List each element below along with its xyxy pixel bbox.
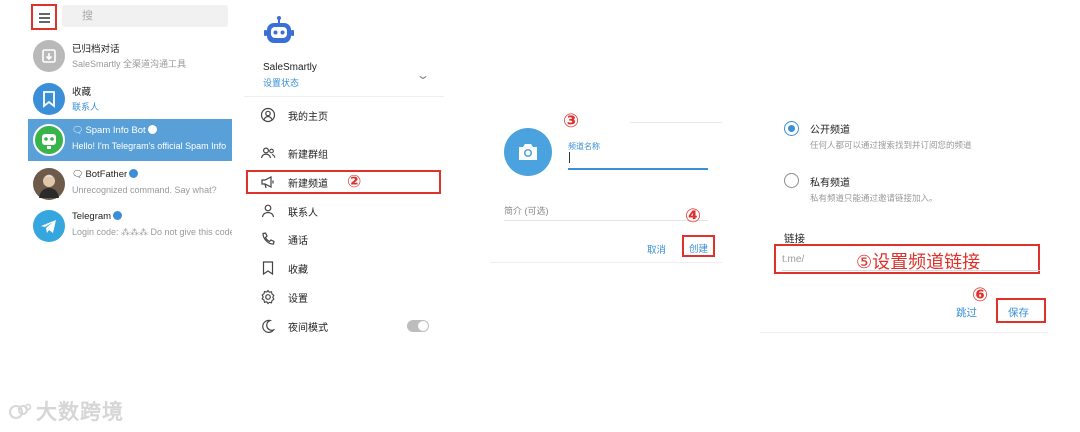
menu-item-night-mode[interactable]: 夜间模式 [244, 313, 444, 339]
menu-label: 通话 [288, 236, 308, 247]
chat-title: BotFather [85, 169, 128, 180]
chat-title: Spam Info Bot [85, 125, 146, 136]
divider [760, 332, 1048, 333]
private-channel-desc: 私有频道只能通过邀请链接加入。 [810, 193, 938, 203]
phone-icon [262, 232, 275, 245]
chat-preview: SaleSmartly 全渠道沟通工具 [72, 59, 187, 69]
spam-bot-avatar [33, 124, 65, 156]
menu-label: 收藏 [288, 265, 308, 276]
chat-preview: Hello! I'm Telegram's official Spam Info [72, 141, 227, 151]
chat-title-row: Telegram [72, 211, 123, 222]
robot-avatar [262, 15, 296, 49]
moon-icon [262, 319, 276, 333]
menu-item-new-group[interactable]: 新建群组 [244, 140, 444, 166]
group-icon [260, 147, 276, 159]
public-channel-title: 公开频道 [810, 125, 850, 136]
menu-item-settings[interactable]: 设置 [244, 284, 444, 310]
public-channel-radio[interactable] [784, 121, 799, 136]
menu-label: 我的主页 [288, 112, 328, 123]
watermark: 大数跨境 [8, 396, 124, 426]
step-5-marker: ⑤ [856, 252, 873, 272]
description-underline [504, 220, 708, 221]
person-icon [261, 204, 275, 218]
annotation-text: 设置频道链接 [872, 252, 981, 272]
archive-icon [33, 40, 65, 72]
night-mode-toggle[interactable] [407, 320, 429, 332]
chat-title: Telegram [72, 211, 112, 222]
verified-icon [147, 125, 157, 134]
menu-line [39, 21, 50, 23]
highlight-new-channel [246, 170, 441, 194]
private-channel-title: 私有频道 [810, 178, 850, 189]
account-name: SaleSmartly [263, 62, 317, 73]
menu-label: 设置 [288, 294, 308, 305]
step-6-marker: ⑥ [972, 285, 989, 306]
chat-title: 已归档对话 [72, 44, 120, 55]
menu-item-saved[interactable]: 收藏 [244, 255, 444, 281]
bookmark-icon [262, 261, 274, 276]
bot-icon: 🗨 [72, 169, 84, 179]
menu-label: 新建群组 [288, 150, 328, 161]
step-5-annotation: ⑤设置频道链接 [856, 248, 980, 274]
chat-item-telegram[interactable]: Telegram Login code: ⁂⁂⁂ Do not give thi… [28, 205, 232, 247]
set-status-link[interactable]: 设置状态 [263, 76, 299, 89]
botfather-avatar [33, 168, 65, 200]
chat-item-saved[interactable]: 收藏 联系人 [28, 78, 232, 120]
menu-item-calls[interactable]: 通话 [244, 226, 444, 252]
chat-list-panel: ① 搜 已归档对话 SaleSmartly 全渠道沟通工具 收藏 联系人 🗨Sp… [0, 0, 232, 250]
watermark-logo [9, 403, 32, 419]
hamburger-menu-button[interactable] [31, 4, 57, 30]
divider [244, 96, 444, 97]
verified-icon [129, 169, 139, 178]
side-menu-panel: SaleSmartly 设置状态 ⌄ 我的主页 新建群组 新建频道 ② 联系人 … [244, 0, 444, 345]
menu-item-contacts[interactable]: 联系人 [244, 198, 444, 224]
divider [490, 262, 722, 263]
bookmark-icon [33, 83, 65, 115]
skip-button[interactable]: 跳过 [956, 305, 977, 320]
chevron-down-icon[interactable]: ⌄ [416, 68, 430, 82]
chat-preview: Unrecognized command. Say what? [72, 185, 217, 195]
save-button[interactable]: 保存 [1008, 305, 1029, 320]
chat-item-archived[interactable]: 已归档对话 SaleSmartly 全渠道沟通工具 [28, 35, 232, 77]
cancel-button[interactable]: 取消 [647, 242, 666, 256]
menu-item-my-profile[interactable]: 我的主页 [244, 102, 444, 128]
watermark-text: 大数跨境 [36, 401, 124, 424]
create-button[interactable]: 创建 [689, 241, 708, 255]
chat-title-row: 🗨 BotFather [72, 169, 139, 180]
menu-line [39, 13, 50, 15]
private-channel-radio[interactable] [784, 173, 799, 188]
public-channel-desc: 任何人都可以通过搜索找到并订阅您的频道 [810, 140, 972, 150]
channel-type-panel: 公开频道 任何人都可以通过搜索找到并订阅您的频道 私有频道 私有频道只能通过邀请… [760, 0, 1052, 340]
channel-name-input[interactable] [568, 168, 708, 170]
gear-icon [261, 289, 275, 305]
camera-icon [519, 144, 537, 160]
chat-item-botfather[interactable]: 🗨 BotFather Unrecognized command. Say wha… [28, 163, 232, 205]
chat-item-spam-info-bot[interactable]: 🗨 Spam Info Bot Hello! I'm Telegram's off… [28, 119, 232, 161]
profile-icon [260, 107, 276, 123]
step-3-marker: ③ [563, 111, 580, 132]
menu-label: 联系人 [288, 208, 318, 219]
channel-name-label: 频道名称 [568, 142, 600, 151]
step-4-marker: ④ [685, 206, 702, 227]
chat-preview: Login code: ⁂⁂⁂ Do not give this code [72, 227, 232, 237]
verified-icon [113, 211, 123, 220]
link-input[interactable]: t.me/ [782, 254, 804, 265]
description-input[interactable]: 简介 (可选) [504, 204, 549, 217]
chat-preview: 联系人 [72, 102, 100, 112]
divider [630, 122, 722, 123]
search-input[interactable]: 搜 [62, 5, 228, 27]
step-2-marker: ② [347, 172, 362, 191]
menu-line [39, 17, 50, 19]
bot-icon: 🗨 [72, 125, 84, 135]
channel-photo-button[interactable] [504, 128, 552, 176]
new-channel-panel: ③ 频道名称 简介 (可选) ④ 取消 创建 [490, 0, 726, 270]
chat-title: 收藏 [72, 87, 92, 98]
text-cursor [569, 152, 570, 163]
menu-label: 夜间模式 [288, 323, 328, 334]
telegram-icon [33, 210, 65, 242]
chat-title-row: 🗨 Spam Info Bot [72, 125, 157, 136]
